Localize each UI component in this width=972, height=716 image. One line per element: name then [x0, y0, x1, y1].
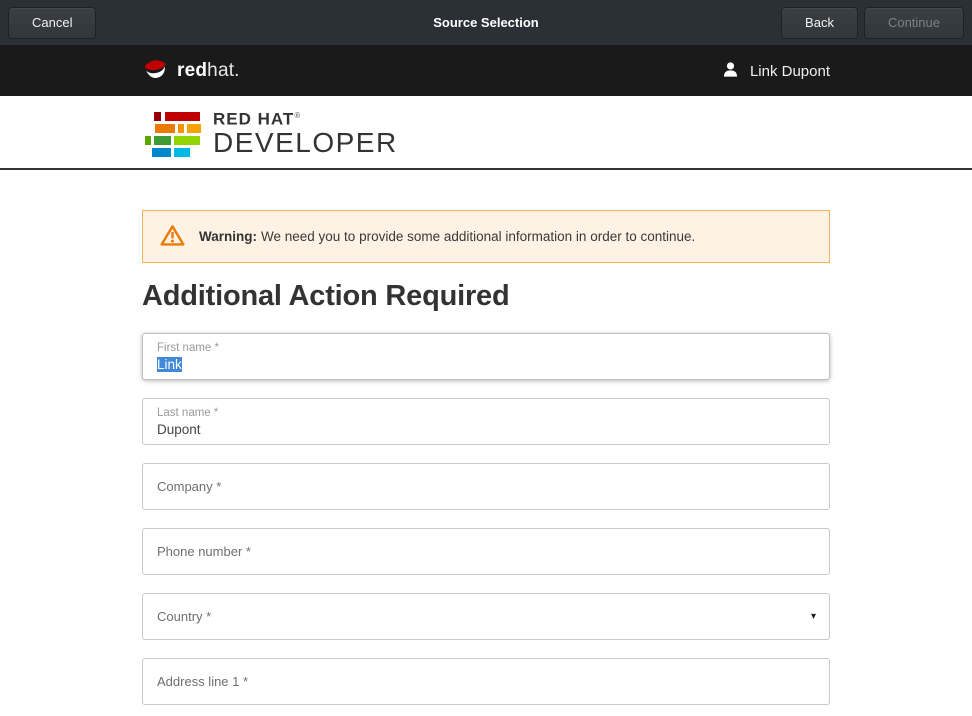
- logo-bars-icon: [142, 111, 204, 157]
- cancel-button[interactable]: Cancel: [8, 7, 96, 39]
- company-field[interactable]: Company *: [142, 463, 830, 510]
- address-line1-label: Address line 1 *: [157, 674, 815, 689]
- redhat-navbar: redhat. Link Dupont: [0, 46, 972, 96]
- redhat-logo[interactable]: redhat.: [142, 55, 240, 87]
- installer-nav-buttons: Back Continue: [781, 7, 964, 39]
- chevron-down-icon: ▾: [811, 612, 816, 622]
- country-label: Country *: [157, 609, 815, 624]
- back-button[interactable]: Back: [781, 7, 858, 39]
- installer-header-bar: Cancel Source Selection Back Continue: [0, 0, 972, 46]
- alert-text: Warning:We need you to provide some addi…: [199, 229, 695, 244]
- first-name-value: Link: [157, 357, 182, 372]
- first-name-field[interactable]: First name * Link: [142, 333, 830, 380]
- phone-number-field[interactable]: Phone number *: [142, 528, 830, 575]
- redhat-hat-icon: [142, 55, 169, 87]
- phone-number-label: Phone number *: [157, 544, 815, 559]
- developer-site-header: RED HAT® DEVELOPER: [0, 96, 972, 170]
- last-name-label: Last name *: [157, 406, 815, 421]
- person-icon: [721, 60, 740, 83]
- address-line1-field[interactable]: Address line 1 *: [142, 658, 830, 705]
- user-name: Link Dupont: [750, 63, 830, 80]
- trademark-symbol: ®: [294, 111, 301, 120]
- brand-line2: DEVELOPER: [213, 129, 398, 157]
- first-name-label: First name *: [157, 341, 815, 356]
- main-content: Warning:We need you to provide some addi…: [0, 170, 972, 705]
- warning-alert: Warning:We need you to provide some addi…: [142, 210, 830, 263]
- redhat-developer-logo: RED HAT® DEVELOPER: [142, 107, 830, 158]
- country-select[interactable]: Country * ▾: [142, 593, 830, 640]
- redhat-wordmark: redhat.: [177, 60, 240, 82]
- last-name-value: Dupont: [157, 421, 815, 438]
- company-label: Company *: [157, 479, 815, 494]
- page-title: Additional Action Required: [142, 278, 830, 314]
- last-name-field[interactable]: Last name * Dupont: [142, 398, 830, 445]
- warning-triangle-icon: [160, 224, 185, 250]
- brand-line1: RED HAT®: [213, 107, 398, 128]
- user-menu[interactable]: Link Dupont: [721, 60, 830, 83]
- continue-button[interactable]: Continue: [864, 7, 964, 39]
